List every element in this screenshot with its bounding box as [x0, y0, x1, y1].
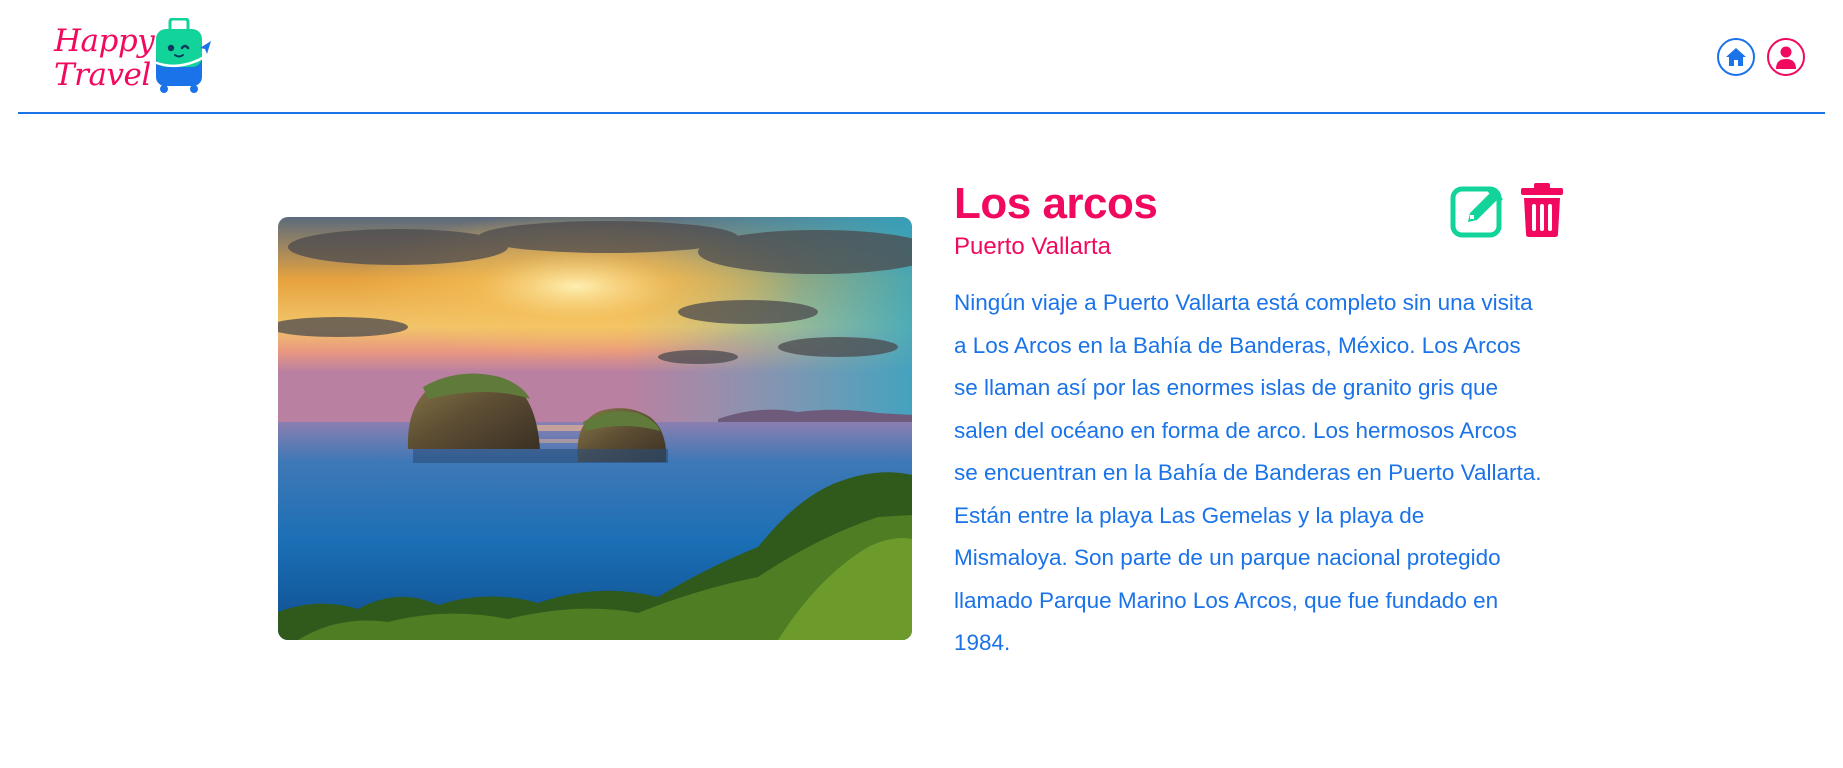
logo-wordmark: Happy Travel	[54, 23, 155, 93]
home-icon[interactable]	[1717, 38, 1755, 76]
logo-line-1: Happy	[54, 23, 155, 59]
place-detail-page: Los arcos Puerto Vallarta Ningún viaje a…	[0, 114, 1843, 768]
happy-travel-logo[interactable]: Happy Travel	[36, 18, 211, 98]
place-info: Los arcos Puerto Vallarta Ningún viaje a…	[954, 178, 1564, 665]
place-description: Ningún viaje a Puerto Vallarta está comp…	[954, 290, 1542, 655]
logo-line-2: Travel	[54, 57, 151, 93]
home-glyph	[1726, 48, 1746, 66]
header-actions	[1717, 38, 1805, 76]
edit-icon	[1450, 186, 1503, 238]
top-navbar: Happy Travel	[18, 0, 1825, 114]
edit-button[interactable]	[1450, 182, 1506, 238]
delete-button[interactable]	[1514, 182, 1570, 238]
los-arcos-sunset-image	[278, 217, 912, 640]
user-icon[interactable]	[1767, 38, 1805, 76]
user-glyph	[1776, 46, 1796, 69]
place-actions	[1450, 182, 1570, 238]
place-photo	[278, 217, 912, 640]
suitcase-mascot-icon	[153, 18, 211, 93]
trash-icon	[1521, 183, 1563, 237]
